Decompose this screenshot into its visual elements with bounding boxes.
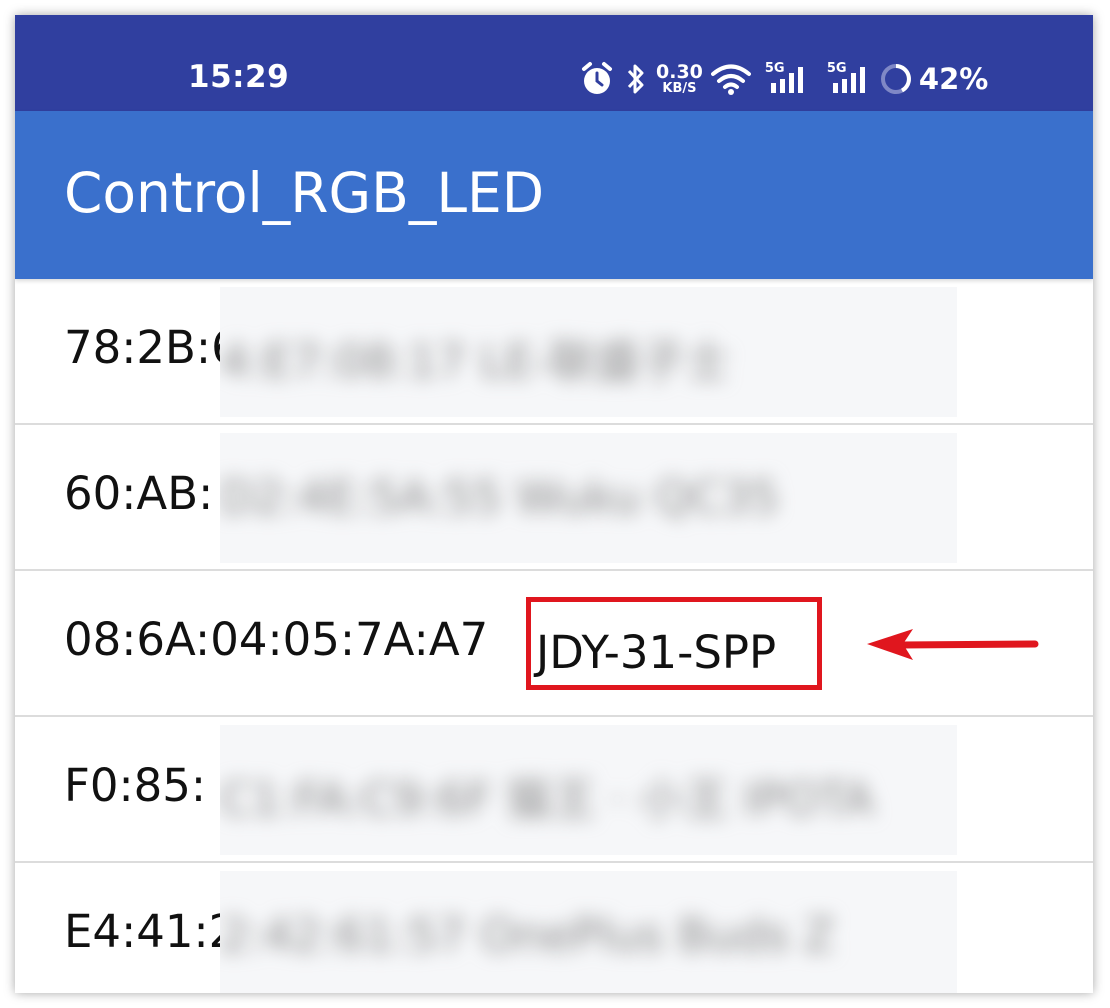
app-title: Control_RGB_LED — [64, 161, 545, 225]
phone-screen: 15:29 0.30 KB/S 5G 5G 42% Control_RGB_LE… — [15, 15, 1093, 993]
alarm-icon — [580, 61, 614, 97]
net-speed-value: 0.30 — [656, 61, 703, 83]
battery-percent: 42% — [918, 62, 989, 96]
redacted-text: 2:42:61:57 OnePlus Buds Z — [220, 909, 835, 962]
wifi-icon — [710, 63, 751, 95]
bluetooth-icon — [626, 62, 646, 96]
app-bar: Control_RGB_LED — [15, 111, 1093, 279]
list-item[interactable]: F0:85: C1:FA:C9:6F 猫王 · 小王 IPOTA — [15, 717, 1093, 863]
device-name: JDY-31-SPP — [536, 626, 777, 679]
redacted-area: C1:FA:C9:6F 猫王 · 小王 IPOTA — [220, 725, 957, 855]
device-address: 60:AB: — [64, 467, 214, 520]
redacted-area: 2:42:61:57 OnePlus Buds Z — [220, 871, 957, 993]
net-speed-unit: KB/S — [662, 81, 697, 96]
signal-icon: 5G — [827, 61, 875, 97]
redacted-text: 4:E7:08:17 LE-联盛子士 — [220, 335, 730, 388]
list-item[interactable]: 78:2B:6 4:E7:08:17 LE-联盛子士 — [15, 279, 1093, 425]
net-speed: 0.30 KB/S — [656, 61, 703, 96]
redacted-area: D2:4E:5A:55 Wuku QC35 — [220, 433, 957, 563]
device-address: E4:41:2 — [64, 905, 238, 958]
status-bar: 15:29 0.30 KB/S 5G 5G 42% — [15, 15, 1093, 111]
signal-icon: 5G — [765, 61, 813, 97]
device-address: F0:85: — [64, 759, 207, 812]
list-item[interactable]: E4:41:2 2:42:61:57 OnePlus Buds Z — [15, 863, 1093, 993]
status-icons: 0.30 KB/S 5G 5G 42% — [580, 59, 988, 99]
redacted-area: 4:E7:08:17 LE-联盛子士 — [220, 287, 957, 417]
list-item[interactable]: 60:AB: D2:4E:5A:55 Wuku QC35 — [15, 425, 1093, 571]
arrow-left-icon — [867, 629, 1039, 660]
device-address: 78:2B:6 — [64, 321, 240, 374]
status-time: 15:29 — [188, 59, 290, 95]
redacted-text: C1:FA:C9:6F 猫王 · 小王 IPOTA — [220, 773, 874, 826]
redacted-text: D2:4E:5A:55 Wuku QC35 — [220, 471, 780, 524]
battery-ring-icon — [879, 62, 913, 96]
device-address: 08:6A:04:05:7A:A7 — [64, 613, 489, 666]
